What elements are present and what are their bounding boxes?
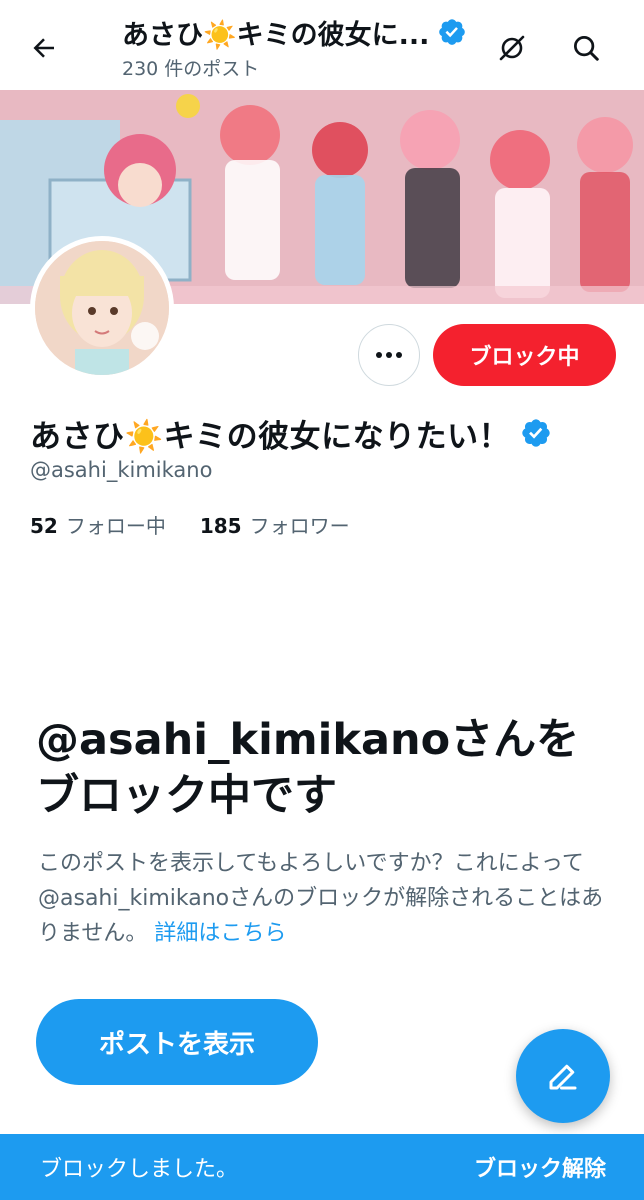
profile-display-name: あさひ☀️キミの彼女になりたい！	[30, 418, 511, 455]
header-title: あさひ☀️キミの彼女に...	[122, 19, 430, 51]
snackbar-message: ブロックしました。	[40, 1157, 239, 1182]
arrow-left-icon	[33, 38, 54, 58]
profile-name-row: あさひ☀️キミの彼女になりたい！	[30, 410, 552, 456]
profile-screen: あさひ☀️キミの彼女に... 230 件のポスト ブロック中 あさひ☀️キミの彼…	[0, 0, 644, 1200]
compose-icon	[549, 1064, 577, 1090]
snackbar: ブロックしました。 ブロック解除	[0, 1134, 644, 1200]
search-button[interactable]	[562, 24, 610, 72]
header-title-block: あさひ☀️キミの彼女に... 230 件のポスト	[122, 12, 492, 81]
blocked-description-text: このポストを表示してもよろしいですか？これによって@asahi_kimikano…	[38, 851, 604, 946]
following-count: 52	[30, 514, 58, 538]
learn-more-link[interactable]: 詳細はこちら	[154, 921, 286, 946]
post-count: 230 件のポスト	[122, 58, 260, 80]
compose-button[interactable]	[516, 1029, 610, 1123]
verified-badge-icon	[522, 419, 550, 447]
blocked-notice-title: @asahi_kimikanoさんをブロック中です	[36, 715, 580, 821]
show-posts-button[interactable]: ポストを表示	[36, 999, 318, 1085]
follow-stats: 52 フォロー中 185 フォロワー	[30, 510, 384, 539]
verified-badge-icon	[439, 19, 466, 45]
profile-handle: @asahi_kimikano	[30, 458, 213, 482]
back-button[interactable]	[20, 24, 68, 72]
unblock-button[interactable]: ブロック解除	[474, 1151, 606, 1183]
followers-link[interactable]: 185 フォロワー	[200, 510, 350, 539]
following-link[interactable]: 52 フォロー中	[30, 510, 166, 539]
avatar-image	[35, 241, 169, 375]
top-app-bar: あさひ☀️キミの彼女に... 230 件のポスト	[0, 0, 644, 90]
grok-icon	[499, 35, 525, 61]
grok-button[interactable]	[488, 24, 536, 72]
search-icon	[574, 36, 599, 61]
blocked-notice-description: このポストを表示してもよろしいですか？これによって@asahi_kimikano…	[38, 846, 613, 951]
blocking-button[interactable]: ブロック中	[433, 324, 616, 386]
more-horizontal-icon	[376, 352, 402, 358]
followers-count: 185	[199, 514, 242, 538]
more-options-button[interactable]	[358, 324, 420, 386]
avatar[interactable]	[30, 236, 174, 380]
following-label: フォロー中	[65, 514, 166, 538]
followers-label: フォロワー	[249, 514, 350, 538]
